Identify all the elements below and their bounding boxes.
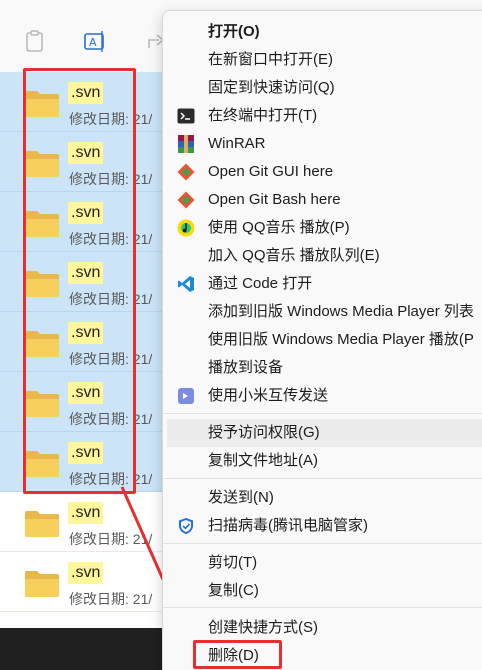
- annotation-selection-box: [23, 68, 136, 494]
- menu-item-15[interactable]: 授予访问权限(G): [167, 419, 482, 447]
- git-gui-icon: [177, 163, 195, 181]
- menu-item-label: 使用旧版 Windows Media Player 播放(P: [208, 331, 474, 348]
- file-modified-date: 修改日期: 21/: [69, 591, 153, 607]
- menu-item-label: Open Git GUI here: [208, 163, 334, 180]
- qq-music-icon: [177, 219, 195, 237]
- menu-item-12[interactable]: 使用旧版 Windows Media Player 播放(P: [167, 326, 482, 354]
- menu-item-label: 复制(C): [208, 582, 259, 599]
- menu-item-18[interactable]: 扫描病毒(腾讯电脑管家): [167, 512, 482, 540]
- menu-separator: [163, 478, 482, 479]
- menu-item-label: 扫描病毒(腾讯电脑管家): [208, 517, 368, 534]
- menu-item-8[interactable]: 使用 QQ音乐 播放(P): [167, 214, 482, 242]
- folder-icon: [24, 568, 60, 598]
- menu-item-label: 加入 QQ音乐 播放队列(E): [208, 247, 380, 264]
- menu-item-19[interactable]: 剪切(T): [167, 549, 482, 577]
- menu-item-10[interactable]: 通过 Code 打开: [167, 270, 482, 298]
- menu-item-2[interactable]: 在新窗口中打开(E): [167, 46, 482, 74]
- menu-item-label: 剪切(T): [208, 554, 258, 571]
- git-bash-icon: [177, 191, 195, 209]
- menu-item-label: 播放到设备: [208, 359, 284, 376]
- annotation-delete-box: [193, 640, 282, 669]
- menu-item-label: 在终端中打开(T): [208, 107, 318, 124]
- menu-item-label: 发送到(N): [208, 489, 274, 506]
- menu-item-label: 打开(O): [208, 23, 260, 40]
- menu-item-20[interactable]: 复制(C): [167, 577, 482, 605]
- menu-item-5[interactable]: WinRAR: [167, 130, 482, 158]
- menu-item-label: 通过 Code 打开: [208, 275, 313, 292]
- menu-item-label: 在新窗口中打开(E): [208, 51, 333, 68]
- menu-separator: [163, 413, 482, 414]
- tencent-shield-icon: [177, 517, 195, 535]
- file-name: .svn: [68, 562, 104, 584]
- menu-item-9[interactable]: 加入 QQ音乐 播放队列(E): [167, 242, 482, 270]
- menu-item-label: WinRAR: [208, 135, 266, 152]
- winrar-icon: [177, 135, 195, 153]
- menu-separator: [163, 607, 482, 608]
- menu-item-3[interactable]: 固定到快速访问(Q): [167, 74, 482, 102]
- menu-item-16[interactable]: 复制文件地址(A): [167, 447, 482, 475]
- menu-item-7[interactable]: Open Git Bash here: [167, 186, 482, 214]
- menu-item-label: 授予访问权限(G): [208, 424, 320, 441]
- menu-item-11[interactable]: 添加到旧版 Windows Media Player 列表: [167, 298, 482, 326]
- svg-text:A: A: [89, 36, 97, 49]
- file-name: .svn: [68, 502, 104, 524]
- menu-item-label: 复制文件地址(A): [208, 452, 318, 469]
- menu-item-6[interactable]: Open Git GUI here: [167, 158, 482, 186]
- xiaomi-share-icon: [177, 387, 195, 405]
- menu-item-13[interactable]: 播放到设备: [167, 354, 482, 382]
- terminal-icon: [177, 107, 195, 125]
- folder-icon: [24, 508, 60, 538]
- file-modified-date: 修改日期: 21/: [69, 531, 153, 547]
- menu-item-label: 使用 QQ音乐 播放(P): [208, 219, 350, 236]
- menu-item-label: 固定到快速访问(Q): [208, 79, 335, 96]
- menu-item-label: 创建快捷方式(S): [208, 619, 318, 636]
- context-menu: 打开(O) 在新窗口中打开(E) 固定到快速访问(Q) 在终端中打开(T) WinRAR…: [162, 10, 482, 670]
- menu-item-label: 使用小米互传发送: [208, 387, 329, 404]
- paste-icon[interactable]: [22, 28, 48, 54]
- menu-item-1[interactable]: 打开(O): [167, 18, 482, 46]
- menu-item-label: Open Git Bash here: [208, 191, 341, 208]
- menu-item-label: 添加到旧版 Windows Media Player 列表: [208, 303, 474, 320]
- menu-separator: [163, 543, 482, 544]
- menu-item-4[interactable]: 在终端中打开(T): [167, 102, 482, 130]
- rename-icon[interactable]: A: [82, 28, 108, 54]
- menu-item-17[interactable]: 发送到(N): [167, 484, 482, 512]
- menu-item-21[interactable]: 创建快捷方式(S): [167, 614, 482, 642]
- vscode-icon: [177, 275, 195, 293]
- menu-item-14[interactable]: 使用小米互传发送: [167, 382, 482, 410]
